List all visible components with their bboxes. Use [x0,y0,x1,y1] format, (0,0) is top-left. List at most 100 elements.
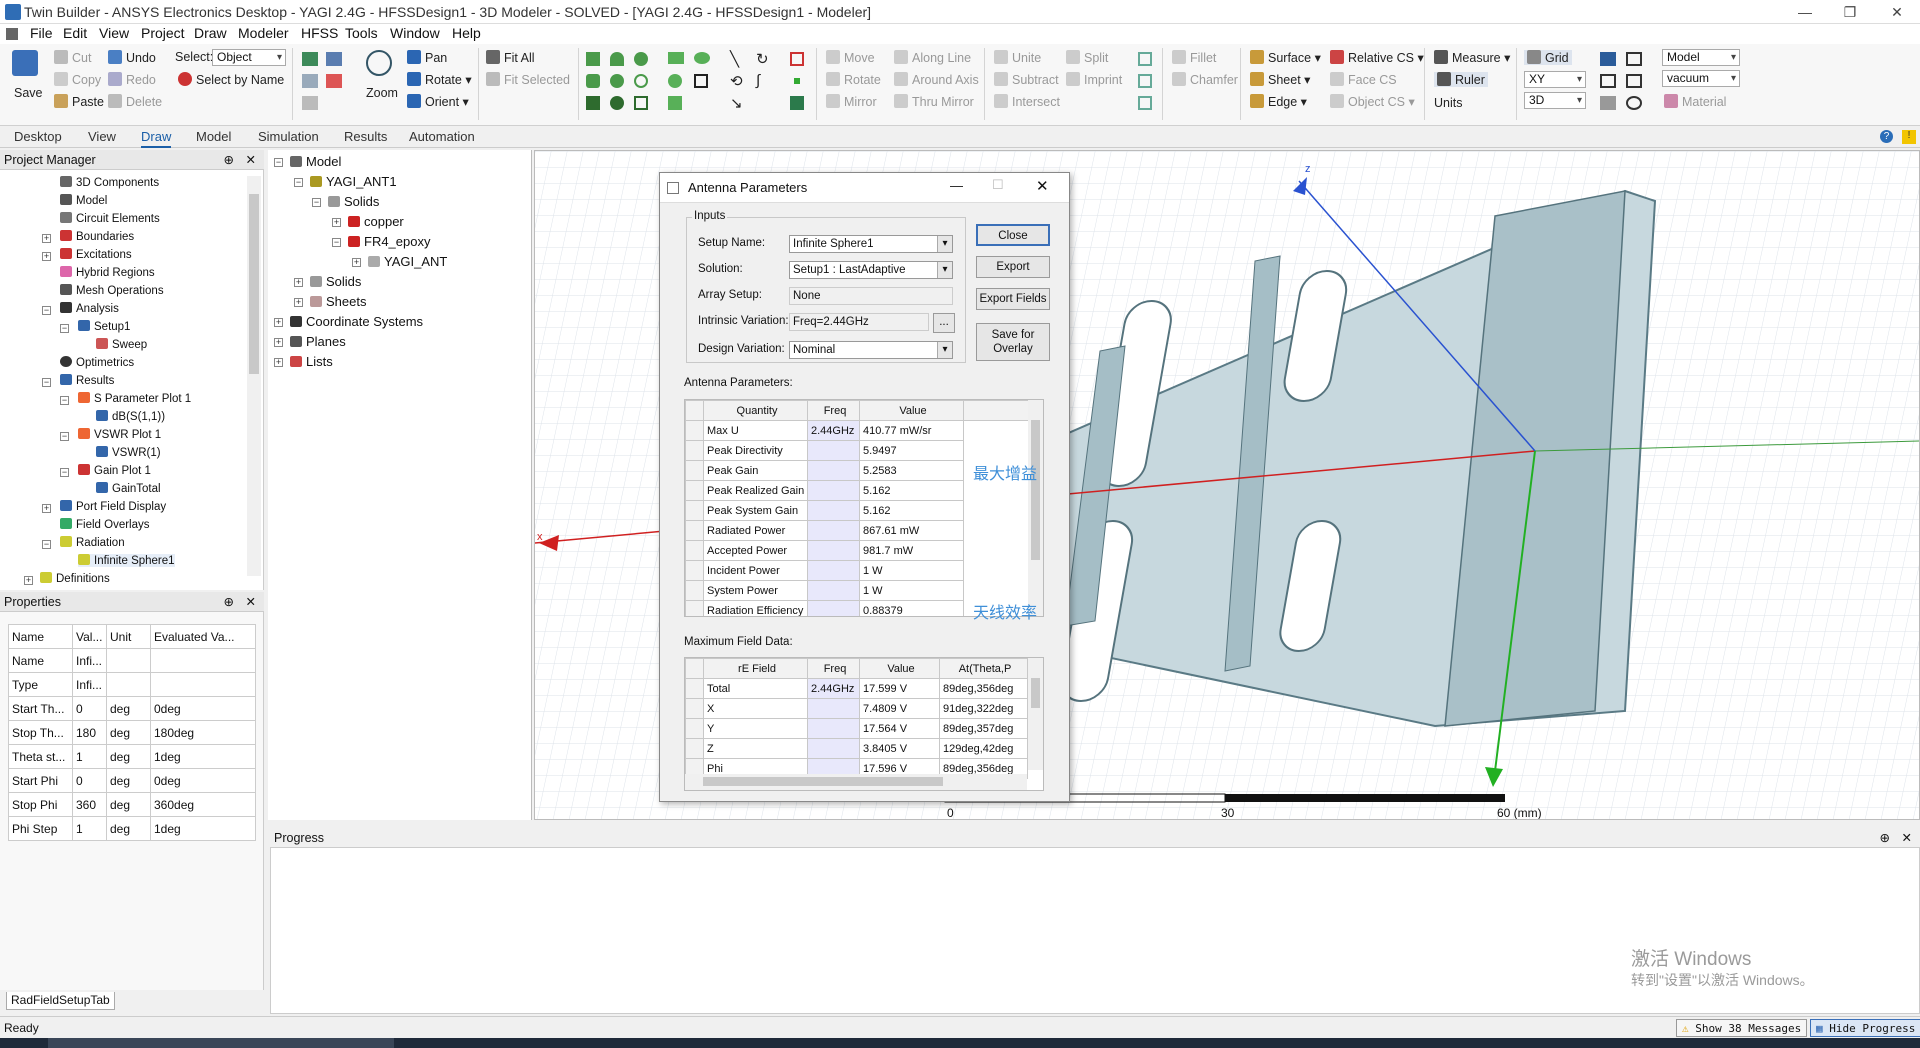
torus-icon[interactable] [634,74,648,88]
tree-item-sweep[interactable]: Sweep [96,338,147,351]
maximize-button[interactable]: ❐ [1835,2,1865,22]
tab-results[interactable]: Results [344,129,387,144]
table-row[interactable]: Type Infi... [8,672,256,697]
collapse-toggle[interactable]: − [42,306,51,315]
field-scrollbar-vertical[interactable] [1028,658,1043,770]
close-window-button[interactable]: ✕ [1882,2,1912,22]
collapse-toggle[interactable]: − [332,238,341,247]
model-tree-planes[interactable]: Planes [290,334,346,349]
expand-toggle[interactable]: + [274,338,283,347]
snap-face-icon[interactable] [1626,74,1642,88]
model-tree-lists[interactable]: Lists [290,354,333,369]
sweep-icon[interactable] [1138,52,1152,66]
scrollbar-thumb[interactable] [1031,420,1040,560]
subtract-button[interactable]: Subtract [994,72,1059,87]
collapse-toggle[interactable]: − [60,468,69,477]
tree-item-setup1[interactable]: Setup1 [78,320,130,333]
menu-edit[interactable]: Edit [63,25,87,41]
pin-icon[interactable]: ⊕ [1880,828,1890,848]
column-header[interactable]: Value [859,400,964,421]
units-button[interactable]: Units [1434,96,1462,110]
ellipsoid-icon[interactable] [610,96,624,110]
model-tree-coordinate-systems[interactable]: Coordinate Systems [290,314,423,329]
tree-item-infinite-sphere1[interactable]: Infinite Sphere1 [78,554,175,567]
menu-window[interactable]: Window [390,25,440,41]
row-header[interactable] [685,738,704,759]
table-row[interactable]: Y 17.564 V 89deg,357deg [685,718,1028,739]
expand-toggle[interactable]: + [352,258,361,267]
tree-item-model[interactable]: Model [60,194,107,207]
tree-item-vswr-plot[interactable]: VSWR Plot 1 [78,428,161,441]
menu-draw[interactable]: Draw [194,25,227,41]
row-header[interactable] [685,698,704,719]
sheet-button[interactable]: Sheet ▾ [1250,72,1310,87]
plane-dropdown[interactable]: XY [1524,71,1586,88]
line-icon[interactable]: ╲ [730,50,739,68]
material-button[interactable]: Material [1664,94,1726,109]
row-header[interactable] [685,678,704,699]
snap-grid-icon[interactable] [1600,52,1616,66]
table-row[interactable]: Incident Power 1 W [685,560,1028,581]
property-value[interactable]: Infi... [72,648,107,673]
row-header[interactable] [685,460,704,481]
table-row[interactable]: Stop Phi 360 deg 360deg [8,792,256,817]
surface-button[interactable]: Surface ▾ [1250,50,1321,65]
select-edge-icon[interactable] [302,74,318,88]
menu-view[interactable]: View [99,25,129,41]
menu-file[interactable]: File [30,25,53,41]
solution-dropdown[interactable]: Setup1 : LastAdaptive [789,261,953,279]
table-row[interactable]: Phi Step 1 deg 1deg [8,816,256,841]
expand-toggle[interactable]: + [294,278,303,287]
plane-icon[interactable] [790,96,804,110]
expand-toggle[interactable]: + [42,234,51,243]
tab-automation[interactable]: Automation [409,129,475,144]
project-tree-scrollbar[interactable] [247,176,261,576]
fillet-button[interactable]: Fillet [1172,50,1216,65]
fit-selected-button[interactable]: Fit Selected [486,72,570,87]
tree-item-circuit-elements[interactable]: Circuit Elements [60,212,160,225]
column-header[interactable]: Name [8,624,73,649]
expand-toggle[interactable]: + [274,358,283,367]
cut-button[interactable]: Cut [54,50,91,65]
row-header[interactable] [685,420,704,441]
help-icon[interactable]: ? [1880,130,1893,143]
close-panel-icon[interactable]: ✕ [246,150,256,170]
property-value[interactable]: 1 [72,744,107,769]
imprint-button[interactable]: Imprint [1066,72,1122,87]
export-button[interactable]: Export [976,256,1050,278]
dialog-titlebar[interactable]: Antenna Parameters — ☐ ✕ [660,173,1069,203]
thru-mirror-button[interactable]: Thru Mirror [894,94,974,109]
expand-toggle[interactable]: + [42,252,51,261]
box-icon[interactable] [586,52,600,66]
property-value[interactable]: 0 [72,768,107,793]
tree-item-mesh-operations[interactable]: Mesh Operations [60,284,164,297]
spline-icon[interactable] [694,74,708,88]
wrap-icon[interactable] [1138,96,1152,110]
zoom-button[interactable]: Zoom [366,86,398,100]
pan-button[interactable]: Pan [407,50,447,65]
measure-button[interactable]: Measure ▾ [1434,50,1510,65]
dialog-maximize-button[interactable]: ☐ [992,177,1004,193]
around-axis-button[interactable]: Around Axis [894,72,979,87]
column-header[interactable]: Value [859,658,940,679]
along-line-button[interactable]: Along Line [894,50,971,65]
field-scrollbar-horizontal[interactable] [685,774,1027,790]
dialog-close-x-button[interactable]: ✕ [1036,177,1049,195]
model-tree-copper[interactable]: copper [348,214,404,229]
expand-toggle[interactable]: + [42,504,51,513]
row-header[interactable] [685,520,704,541]
table-row[interactable]: Start Phi 0 deg 0deg [8,768,256,793]
scrollbar-thumb[interactable] [703,777,943,786]
sphere2-icon[interactable] [610,74,624,88]
menu-project[interactable]: Project [141,25,185,41]
expand-toggle[interactable]: + [274,318,283,327]
row-header[interactable] [685,500,704,521]
cylinder-icon[interactable] [586,74,600,88]
save-for-overlay-button[interactable]: Save for Overlay [976,323,1050,361]
arc-icon[interactable]: ↻ [756,50,769,68]
row-header[interactable] [685,480,704,501]
design-variation-dropdown[interactable]: Nominal [789,341,953,359]
table-row[interactable]: Radiated Power 867.61 mW [685,520,1028,541]
dialog-minimize-button[interactable]: — [950,178,963,193]
row-header[interactable] [685,540,704,561]
